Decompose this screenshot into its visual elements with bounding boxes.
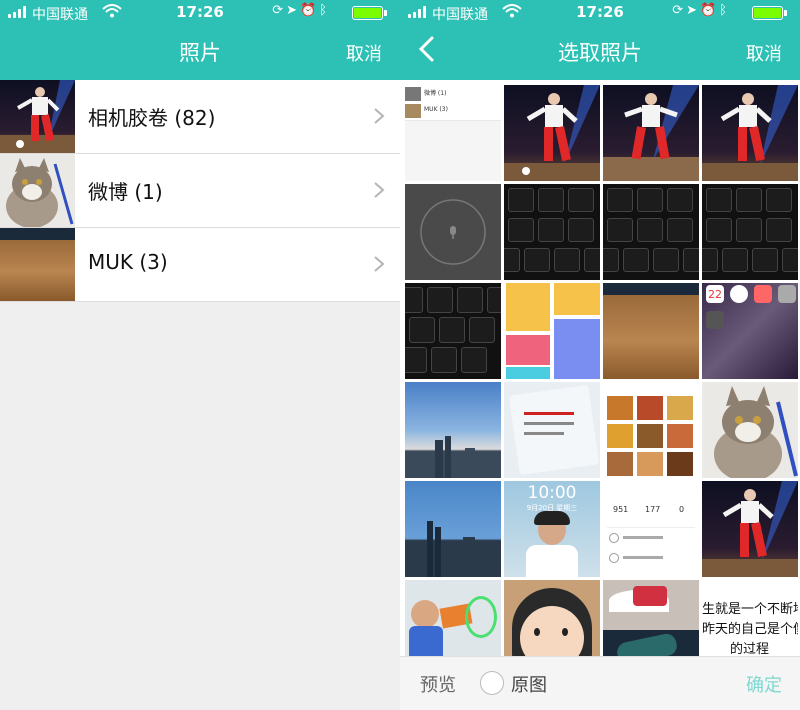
chevron-right-icon <box>374 182 385 198</box>
album-row-camera-roll[interactable]: 相机胶卷 (82) <box>0 80 400 154</box>
album-thumbnail <box>0 154 75 227</box>
photo-thumbnail[interactable] <box>702 382 798 478</box>
photo-thumbnail[interactable]: 生就是一个不断地 昨天的自己是个傻 的过程 <box>702 580 798 656</box>
confirm-button[interactable]: 确定 <box>746 671 782 697</box>
album-label: 微博 (1) <box>88 180 163 204</box>
alarm-icon: ⏰ <box>300 3 320 18</box>
clock-app-icon <box>730 285 748 303</box>
album-list-screen: 中国联通 17:26 ⟳➤⏰ᛒ 照片 取消 相机胶卷 (82) 微博 (1) M… <box>0 0 400 710</box>
bluetooth-icon: ᛒ <box>719 3 730 18</box>
photo-thumbnail[interactable] <box>603 283 699 379</box>
photo-thumbnail[interactable] <box>405 283 501 379</box>
stat-value: 177 <box>645 505 661 514</box>
photo-grid: 微博 (1) MUK (3) 22 10:00 9月20日 星期三 951 17… <box>400 80 800 656</box>
quote-line: 昨天的自己是个傻 <box>702 622 798 637</box>
photo-thumbnail[interactable] <box>405 382 501 478</box>
preview-button[interactable]: 预览 <box>420 671 456 697</box>
photo-thumbnail[interactable] <box>603 580 699 656</box>
status-bar: 中国联通 17:26 ⟳➤⏰ᛒ <box>0 0 400 24</box>
camera-app-icon <box>706 311 724 329</box>
bottom-toolbar: 预览 原图 确定 <box>400 656 800 710</box>
calendar-app-icon: 22 <box>706 285 724 303</box>
photo-thumbnail[interactable] <box>702 184 798 280</box>
photo-thumbnail[interactable] <box>405 481 501 577</box>
quote-line: 生就是一个不断地 <box>702 602 798 617</box>
page-title: 选取照片 <box>558 41 642 65</box>
photo-thumbnail[interactable]: 10:00 9月20日 星期三 <box>504 481 600 577</box>
stat-value: 0 <box>679 505 685 514</box>
bluetooth-icon: ᛒ <box>319 3 330 18</box>
cancel-button[interactable]: 取消 <box>746 40 782 66</box>
location-icon: ➤ <box>286 3 300 18</box>
photo-thumbnail[interactable] <box>603 382 699 478</box>
rotation-lock-icon: ⟳ <box>272 3 287 18</box>
album-label: 相机胶卷 (82) <box>88 106 216 130</box>
photo-thumbnail[interactable] <box>504 184 600 280</box>
photo-thumbnail[interactable] <box>504 85 600 181</box>
photo-thumbnail[interactable]: 951 177 0 <box>603 481 699 577</box>
photo-thumbnail[interactable] <box>504 580 600 656</box>
chevron-right-icon <box>374 108 385 124</box>
album-thumbnail <box>0 228 75 301</box>
alarm-icon: ⏰ <box>700 3 720 18</box>
battery-icon <box>752 6 787 20</box>
page-title: 照片 <box>179 41 221 65</box>
status-icons: ⟳➤⏰ᛒ <box>272 3 330 18</box>
mini-list-label: MUK (3) <box>424 106 448 113</box>
album-thumbnail <box>0 80 75 153</box>
location-icon: ➤ <box>686 3 700 18</box>
settings-app-icon <box>778 285 796 303</box>
photos-app-icon <box>754 285 772 303</box>
nav-bar: 中国联通 17:26 ⟳➤⏰ᛒ 照片 取消 <box>0 0 400 80</box>
photo-thumbnail[interactable] <box>504 382 600 478</box>
photo-thumbnail[interactable] <box>702 85 798 181</box>
album-list: 相机胶卷 (82) 微博 (1) MUK (3) <box>0 80 400 302</box>
photo-thumbnail[interactable] <box>603 184 699 280</box>
original-image-radio[interactable] <box>480 671 504 695</box>
photo-thumbnail[interactable] <box>603 85 699 181</box>
battery-icon <box>352 6 387 20</box>
status-time: 17:26 <box>576 3 624 21</box>
album-row-muk[interactable]: MUK (3) <box>0 228 400 302</box>
chevron-right-icon <box>374 256 385 272</box>
photo-thumbnail[interactable] <box>702 481 798 577</box>
cancel-button[interactable]: 取消 <box>346 40 382 66</box>
lock-time: 10:00 <box>527 483 577 503</box>
original-image-label[interactable]: 原图 <box>511 671 547 697</box>
status-time: 17:26 <box>176 3 224 21</box>
album-row-weibo[interactable]: 微博 (1) <box>0 154 400 228</box>
album-label: MUK (3) <box>88 250 168 274</box>
stat-value: 951 <box>613 505 629 514</box>
photo-thumbnail[interactable]: 22 <box>702 283 798 379</box>
photo-thumbnail[interactable] <box>405 580 501 656</box>
nav-bar: 中国联通 17:26 ⟳➤⏰ᛒ 选取照片 取消 <box>400 0 800 80</box>
photo-thumbnail[interactable]: 微博 (1) MUK (3) <box>405 85 501 181</box>
rotation-lock-icon: ⟳ <box>672 3 687 18</box>
status-icons: ⟳➤⏰ᛒ <box>672 3 730 18</box>
photo-picker-screen: 中国联通 17:26 ⟳➤⏰ᛒ 选取照片 取消 微博 (1) MUK (3) 2… <box>400 0 800 710</box>
photo-thumbnail[interactable] <box>504 283 600 379</box>
status-bar: 中国联通 17:26 ⟳➤⏰ᛒ <box>400 0 800 24</box>
quote-line: 的过程 <box>730 642 770 656</box>
photo-thumbnail[interactable] <box>405 184 501 280</box>
mini-list-label: 微博 (1) <box>424 90 447 97</box>
